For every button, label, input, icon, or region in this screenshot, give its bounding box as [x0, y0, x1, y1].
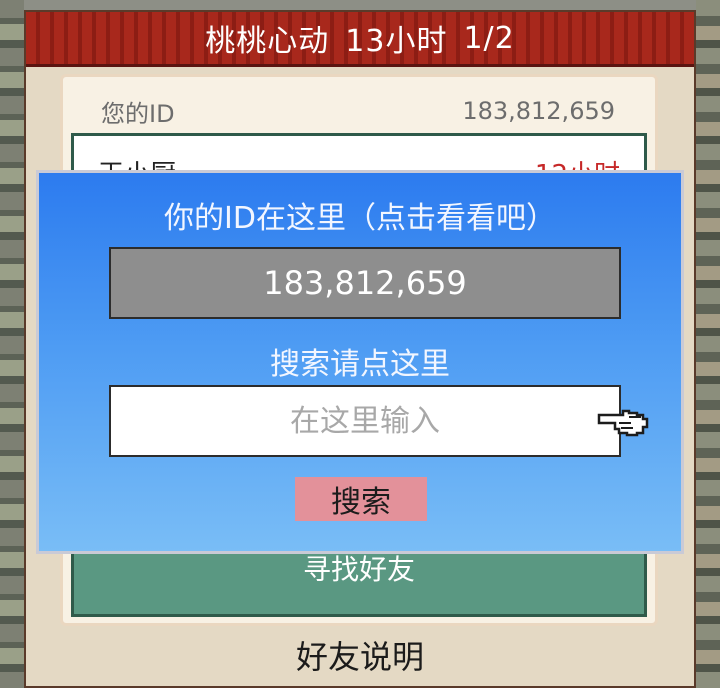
duration-label: 13小时	[345, 24, 448, 59]
window-title: 桃桃心动	[205, 24, 330, 59]
pointing-hand-icon	[597, 409, 649, 437]
game-background-right	[696, 0, 720, 688]
id-display-field[interactable]: 183,812,659	[109, 247, 621, 319]
my-id-label: 您的ID	[101, 99, 175, 128]
my-id-value: 183,812,659	[462, 97, 615, 125]
page-indicator: 1/2	[463, 20, 515, 56]
friend-explain-button[interactable]: 好友说明	[26, 632, 694, 678]
title-bar: 桃桃心动 13小时 1/2	[26, 12, 694, 67]
popup-title: 你的ID在这里（点击看看吧）	[164, 201, 556, 236]
id-search-popup: 你的ID在这里（点击看看吧） 183,812,659 搜索请点这里 搜索	[36, 170, 684, 554]
search-button[interactable]: 搜索	[295, 477, 427, 521]
my-id-row: 您的ID 183,812,659	[101, 91, 615, 131]
search-hint: 搜索请点这里	[270, 347, 450, 382]
search-input[interactable]	[109, 385, 621, 457]
game-background-top	[24, 0, 696, 10]
game-background-left	[0, 0, 24, 688]
